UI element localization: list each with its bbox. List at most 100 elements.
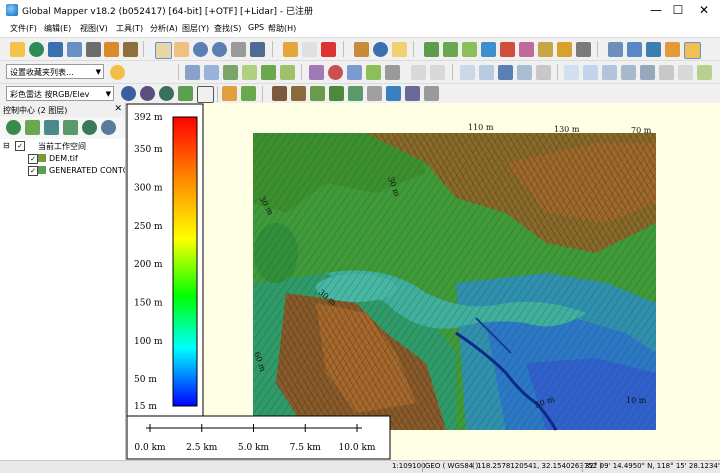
draw-area-icon[interactable] (223, 65, 238, 80)
gear-settings-icon[interactable] (140, 86, 155, 101)
green-pen-icon[interactable] (261, 65, 276, 80)
rotate-icon[interactable] (640, 65, 655, 80)
gear-shader-icon[interactable] (121, 86, 136, 101)
light-icon[interactable] (367, 86, 382, 101)
sun-shade-icon[interactable] (538, 42, 553, 57)
disabled-tool-icon[interactable] (411, 65, 426, 80)
zoom-in-icon[interactable] (193, 42, 208, 57)
move-icon[interactable] (460, 65, 475, 80)
terrain-layer-icon[interactable] (178, 86, 193, 101)
menu-view[interactable]: 视图(V) (80, 23, 108, 34)
warning-triangle-icon[interactable] (197, 86, 214, 103)
document-icon[interactable] (302, 42, 317, 57)
green-edit-icon[interactable] (366, 65, 381, 80)
menu-search[interactable]: 查找(S) (214, 23, 241, 34)
terrain-path-icon[interactable] (443, 42, 458, 57)
split-line-icon[interactable] (309, 65, 324, 80)
image-icon[interactable] (557, 42, 572, 57)
star-icon[interactable] (110, 65, 125, 80)
panel-toggle-icon[interactable] (608, 42, 623, 57)
workspace-checkbox[interactable]: ✓ (15, 141, 25, 151)
eraser-icon[interactable] (385, 65, 400, 80)
shader-combo[interactable]: 彩色雷达 按RGB/Elev ▼ (6, 86, 114, 101)
profile-icon[interactable] (500, 42, 515, 57)
menu-file[interactable]: 文件(F) (10, 23, 37, 34)
snap-icon[interactable] (517, 65, 532, 80)
back-arrow-icon[interactable] (231, 42, 246, 57)
pen-green-icon[interactable] (697, 65, 712, 80)
draw-polyline-icon[interactable] (204, 65, 219, 80)
pan-hand-icon[interactable] (174, 42, 189, 57)
digitize-icon[interactable] (684, 42, 701, 59)
key-icon[interactable] (424, 86, 439, 101)
water-drop-icon[interactable] (386, 86, 401, 101)
tree-workspace-row[interactable]: ⊟ ✓ 当前工作空间 (0, 140, 125, 152)
menu-help[interactable]: 帮助(H) (268, 23, 296, 34)
volume-icon[interactable] (519, 42, 534, 57)
measure-ruler-icon[interactable] (354, 42, 369, 57)
close-button[interactable]: ✕ (684, 0, 720, 20)
pipe-icon[interactable] (621, 65, 636, 80)
globe-icon[interactable] (29, 42, 44, 57)
layers-icon[interactable] (104, 42, 119, 57)
lock-icon[interactable] (392, 42, 407, 57)
layout-icon[interactable] (665, 42, 680, 57)
collapse-icon[interactable]: ⊟ (3, 141, 10, 150)
select-tool-icon[interactable] (155, 42, 172, 59)
tree-icon[interactable] (329, 86, 344, 101)
terrain-3d-icon[interactable] (424, 42, 439, 57)
panel-close-button[interactable]: ✕ (114, 104, 122, 114)
edit-line-icon[interactable] (242, 65, 257, 80)
layer-checkbox[interactable]: ✓ (28, 154, 38, 164)
menu-layer[interactable]: 图层(Y) (182, 23, 209, 34)
move-vertex-icon[interactable] (479, 65, 494, 80)
overview-window-icon[interactable] (627, 42, 642, 57)
pencil-icon[interactable] (283, 42, 298, 57)
menu-tools[interactable]: 工具(T) (116, 23, 143, 34)
wrench-icon[interactable] (86, 42, 101, 57)
menu-edit[interactable]: 编辑(E) (44, 23, 71, 34)
info-icon[interactable] (373, 42, 388, 57)
check-edit-icon[interactable] (241, 86, 256, 101)
tree-layer-row[interactable]: ✓ DEM.tif (0, 153, 125, 165)
split-view-icon[interactable] (646, 42, 661, 57)
cross-icon[interactable] (536, 65, 551, 80)
map-view[interactable]: 110 m 130 m 70 m 30 m 30 m 30 m 60 m 50 … (126, 103, 720, 460)
home-icon[interactable] (250, 42, 265, 57)
scissors-icon[interactable] (583, 65, 598, 80)
curve-icon[interactable] (564, 65, 579, 80)
layer-up-icon[interactable] (44, 120, 59, 135)
eye-icon[interactable] (101, 120, 116, 135)
join-icon[interactable] (602, 65, 617, 80)
vegetation-icon[interactable] (310, 86, 325, 101)
vertex-icon[interactable] (347, 65, 362, 80)
window-icon[interactable] (67, 42, 82, 57)
tree-layer-row[interactable]: ✓ GENERATED CONTOURS (0, 165, 125, 177)
tools-x-icon[interactable] (576, 42, 591, 57)
filter-icon[interactable] (222, 86, 237, 101)
network-icon[interactable] (498, 65, 513, 80)
water-level-icon[interactable] (481, 42, 496, 57)
save-icon[interactable] (48, 42, 63, 57)
zoom-out-icon[interactable] (212, 42, 227, 57)
gear-options-icon[interactable] (159, 86, 174, 101)
overview-icon[interactable] (123, 42, 138, 57)
layer-checkbox[interactable]: ✓ (28, 166, 38, 176)
terrain-view-icon[interactable] (462, 42, 477, 57)
grid-icon[interactable] (405, 86, 420, 101)
map-canvas[interactable]: 110 m 130 m 70 m 30 m 30 m 30 m 60 m 50 … (126, 103, 720, 460)
disabled-tool-icon[interactable] (678, 65, 693, 80)
menu-gps[interactable]: GPS (248, 23, 264, 32)
mountain-icon[interactable] (272, 86, 287, 101)
layer-down-icon[interactable] (63, 120, 78, 135)
grass-icon[interactable] (348, 86, 363, 101)
layer-options-icon[interactable] (25, 120, 40, 135)
zoom-layer-icon[interactable] (82, 120, 97, 135)
favorites-combo[interactable]: 设置收藏夹列表... ▼ (6, 64, 104, 79)
mountain-fill-icon[interactable] (291, 86, 306, 101)
add-layer-icon[interactable] (6, 120, 21, 135)
draw-line-icon[interactable] (185, 65, 200, 80)
open-folder-icon[interactable] (10, 42, 25, 57)
brush-icon[interactable] (280, 65, 295, 80)
menu-analysis[interactable]: 分析(A) (150, 23, 178, 34)
